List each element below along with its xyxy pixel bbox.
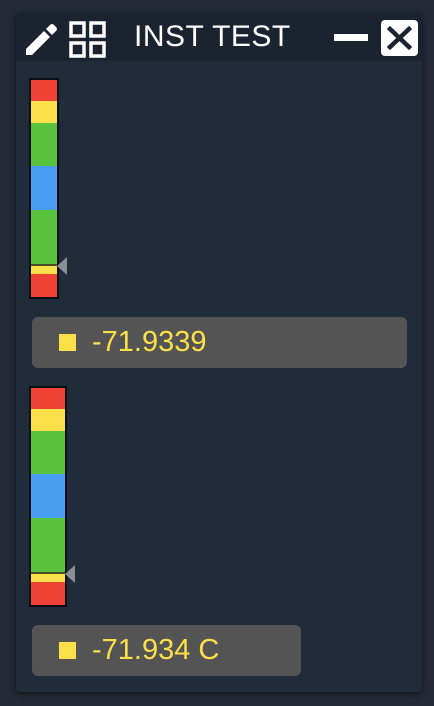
limit-yellow-high	[31, 101, 57, 123]
value-display: -71.9339	[32, 317, 407, 368]
pencil-icon[interactable]	[22, 21, 60, 59]
value-swatch	[59, 642, 76, 659]
limit-red-high	[31, 388, 65, 409]
minimize-icon[interactable]	[334, 34, 368, 42]
close-icon	[387, 26, 412, 50]
telemetry-window: INST TEST -71.9339 -71.934 C	[16, 12, 422, 692]
limit-red-high	[31, 80, 57, 101]
limit-yellow-low	[31, 574, 65, 582]
limit-green-high	[31, 123, 57, 166]
value-swatch	[59, 334, 76, 351]
limit-green-high	[31, 431, 65, 474]
value-text: -71.934 C	[92, 634, 220, 666]
value-marker-icon	[65, 565, 75, 583]
limit-green-low	[31, 518, 65, 572]
limits-bar-2	[29, 386, 67, 607]
limit-yellow-high	[31, 409, 65, 431]
limit-green-low	[31, 210, 57, 264]
value-display: -71.934 C	[32, 625, 301, 676]
limits-bar-1	[29, 78, 59, 299]
grid-icon[interactable]	[68, 20, 108, 60]
limit-red-low	[31, 274, 57, 297]
value-text: -71.9339	[92, 326, 207, 358]
limit-blue-band	[31, 166, 57, 210]
window-title: INST TEST	[134, 20, 291, 53]
limit-red-low	[31, 582, 65, 605]
value-marker-icon	[57, 257, 67, 275]
close-button[interactable]	[381, 20, 418, 56]
window-titlebar[interactable]: INST TEST	[16, 12, 422, 61]
limit-blue-band	[31, 474, 65, 518]
limit-yellow-low	[31, 266, 57, 274]
